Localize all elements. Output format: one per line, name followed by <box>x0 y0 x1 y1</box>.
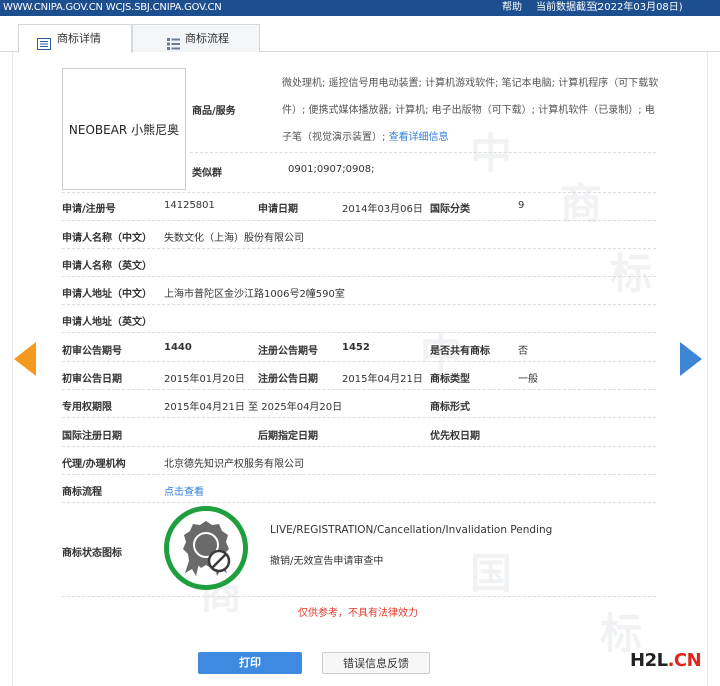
brand-h2l: H2L <box>630 650 668 671</box>
reg-pub-no-label: 注册公告期号 <box>258 346 318 357</box>
trademark-logo-text: NEOBEAR 小熊尼奥 <box>68 123 180 137</box>
status-badge-icon <box>164 506 248 590</box>
row-divider <box>62 389 656 390</box>
error-feedback-button[interactable]: 错误信息反馈 <box>322 652 430 674</box>
row-divider <box>62 220 656 221</box>
exclusive-label: 专用权期限 <box>62 402 112 413</box>
watermark-char: 商 <box>560 179 603 228</box>
shared-value: 否 <box>518 346 528 357</box>
status-en-value: LIVE/REGISTRATION/Cancellation/Invalidat… <box>270 524 553 536</box>
agent-label: 代理/办理机构 <box>62 459 126 470</box>
reg-no-value: 14125801 <box>164 200 215 211</box>
row-divider <box>62 192 656 193</box>
tab-trademark-process[interactable]: 商标流程 <box>132 24 260 52</box>
top-bar: WWW.CNIPA.GOV.CN WCJS.SBJ.CNIPA.GOV.CN 帮… <box>0 0 720 16</box>
row-divider <box>62 361 656 362</box>
print-button[interactable]: 打印 <box>198 652 302 674</box>
tab-trademark-process-label: 商标流程 <box>185 32 229 45</box>
tab-bar: 商标详情 商标流程 <box>0 24 720 53</box>
exclusive-value: 2015年04月21日 至 2025年04月20日 <box>164 402 343 413</box>
goods-more-link[interactable]: 查看详细信息 <box>389 132 449 143</box>
goods-line: 微处理机; 遥控信号用电动装置; 计算机游戏软件; 笔记本电脑; 计算机程序（可… <box>282 78 659 89</box>
goods-line-last: 子笔（视觉演示装置）; 查看详细信息 <box>282 124 660 151</box>
reg-pub-date-value: 2015年04月21日 <box>342 374 423 385</box>
similar-group-label: 类似群 <box>192 168 222 179</box>
applicant-cn-label: 申请人名称（中文） <box>62 233 152 244</box>
tab-trademark-detail[interactable]: 商标详情 <box>18 24 132 53</box>
reg-pub-date-label: 注册公告日期 <box>258 374 318 385</box>
row-divider <box>62 276 656 277</box>
app-date-value: 2014年03月06日 <box>342 204 423 215</box>
row-divider <box>62 502 656 503</box>
similar-group-value: 0901;0907;0908; <box>288 164 375 175</box>
help-link[interactable]: 帮助 <box>502 0 522 16</box>
agent-value: 北京德先知识产权服务有限公司 <box>164 459 304 470</box>
trademark-image: NEOBEAR 小熊尼奥 <box>62 68 186 190</box>
address-cn-label: 申请人地址（中文） <box>62 289 152 300</box>
priority-date-label: 优先权日期 <box>430 431 480 442</box>
address-en-label: 申请人地址（英文） <box>62 317 152 328</box>
tm-type-value: 一般 <box>518 374 538 385</box>
goods-line-text: 子笔（视觉演示装置）; <box>282 132 389 143</box>
watermark-char: 标 <box>610 249 653 298</box>
process-link[interactable]: 点击查看 <box>164 483 204 498</box>
app-date-label: 申请日期 <box>258 204 298 215</box>
disclaimer-text: 仅供参考，不具有法律效力 <box>298 608 418 619</box>
later-date-label: 后期指定日期 <box>258 431 318 442</box>
prev-arrow-icon[interactable] <box>14 342 36 376</box>
process-label: 商标流程 <box>62 487 102 498</box>
goods-line: 件）; 便携式媒体播放器; 计算机; 电子出版物（可下载）; 计算机软件（已录制… <box>282 105 655 116</box>
prelim-date-label: 初审公告日期 <box>62 374 122 385</box>
prelim-no-label: 初审公告期号 <box>62 346 122 357</box>
goods-label: 商品/服务 <box>192 106 236 117</box>
shared-label: 是否共有商标 <box>430 346 490 357</box>
reg-pub-no-value: 1452 <box>342 342 370 353</box>
row-divider <box>62 417 656 418</box>
brand-cn: .CN <box>667 650 702 671</box>
intl-class-label: 国际分类 <box>430 204 470 215</box>
site-url: WWW.CNIPA.GOV.CN WCJS.SBJ.CNIPA.GOV.CN <box>3 2 222 13</box>
prelim-date-value: 2015年01月20日 <box>164 374 245 385</box>
data-deadline-date: (2022年03月08日) <box>594 2 683 13</box>
reg-no-label: 申请/注册号 <box>62 204 116 215</box>
tm-type-label: 商标类型 <box>430 374 470 385</box>
row-divider <box>62 304 656 305</box>
applicant-cn-value: 失数文化（上海）股份有限公司 <box>164 233 304 244</box>
prelim-no-value: 1440 <box>164 342 192 353</box>
applicant-en-label: 申请人名称（英文） <box>62 261 152 272</box>
address-cn-value: 上海市普陀区金沙江路1006号2幢590室 <box>164 289 345 300</box>
watermark-char: 国 <box>470 549 513 598</box>
tm-form-label: 商标形式 <box>430 402 470 413</box>
tab-trademark-detail-label: 商标详情 <box>57 32 101 45</box>
goods-list: 微处理机; 遥控信号用电动装置; 计算机游戏软件; 笔记本电脑; 计算机程序（可… <box>282 70 660 151</box>
next-arrow-icon[interactable] <box>680 342 702 376</box>
intl-class-value: 9 <box>518 200 525 211</box>
row-divider <box>62 446 656 447</box>
row-divider <box>62 248 656 249</box>
row-divider <box>62 596 656 597</box>
intl-reg-date-label: 国际注册日期 <box>62 431 122 442</box>
row-divider <box>62 332 656 333</box>
status-label: 商标状态图标 <box>62 548 122 559</box>
row-divider <box>62 474 656 475</box>
h2l-logo: H2L.CN <box>630 650 702 671</box>
row-divider <box>190 152 656 153</box>
status-cn-value: 撤销/无效宣告申请审查中 <box>270 556 384 567</box>
